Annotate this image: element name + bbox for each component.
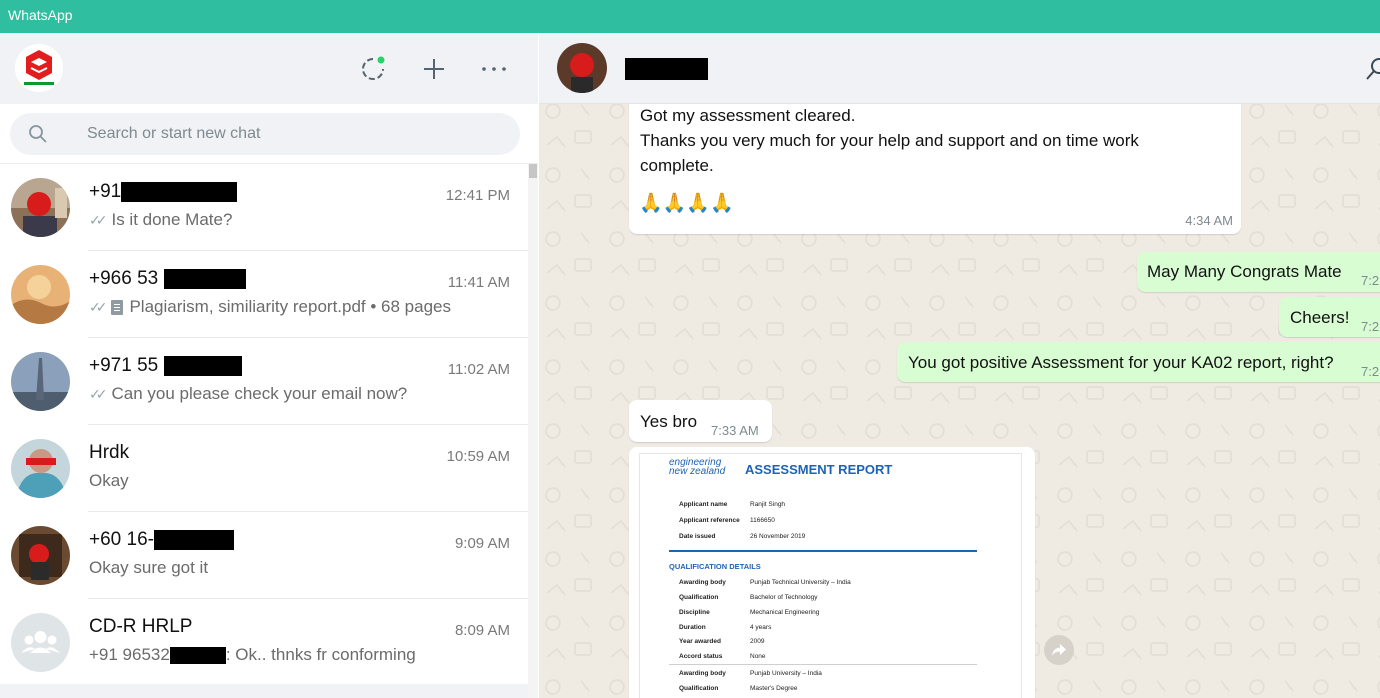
report-divider [669, 550, 977, 552]
chat-preview: Okay [89, 471, 129, 490]
pray-emoji: 🙏🙏🙏🙏 [639, 193, 734, 214]
chat-name: +60 16- [89, 529, 234, 551]
outgoing-message[interactable]: Cheers! 7:2 [1279, 297, 1380, 337]
profile-logo[interactable] [15, 44, 63, 92]
redaction [153, 529, 234, 550]
menu-icon[interactable] [480, 55, 508, 83]
chat-item[interactable]: +91 12:41 PM ✓✓ Is it done Mate? [0, 164, 528, 251]
chat-name: +971 55 [89, 355, 242, 377]
message-text: Got my assessment cleared. Thanks you ve… [640, 106, 1139, 175]
report-separator [669, 664, 977, 665]
chat-info: +966 53 11:41 AM ✓✓ Plagiarism, similiari… [88, 251, 528, 338]
status-icon[interactable] [359, 55, 387, 83]
contact-name-redacted[interactable] [625, 58, 708, 80]
chat-time: 11:41 AM [447, 274, 510, 291]
redaction [163, 355, 242, 376]
chat-time: 10:59 AM [446, 448, 510, 465]
report-org-logo: engineering new zealand [669, 457, 726, 477]
new-chat-icon[interactable] [420, 55, 448, 83]
incoming-message[interactable]: Yes bro 7:33 AM [629, 400, 772, 442]
conversation-pane: Got my assessment cleared. Thanks you ve… [539, 33, 1380, 698]
forward-button[interactable] [1044, 635, 1074, 665]
document-image-message[interactable]: engineering new zealand ASSESSMENT REPOR… [629, 447, 1035, 698]
read-ticks-icon: ✓✓ [89, 298, 108, 315]
group-avatar [11, 613, 70, 672]
chat-time: 11:02 AM [447, 361, 510, 378]
chat-item[interactable]: CD-R HRLP 8:09 AM +91 96532: Ok.. thnks … [0, 599, 528, 686]
chat-name: +91 [89, 181, 238, 203]
search-icon[interactable] [28, 124, 48, 144]
chat-preview: +91 96532: Ok.. thnks fr conforming [89, 645, 416, 664]
message-time: 7:2 [1361, 319, 1380, 334]
chat-list-scrollbar[interactable] [528, 164, 538, 698]
chat-time: 9:09 AM [454, 535, 510, 552]
outgoing-message[interactable]: You got positive Assessment for your KA0… [897, 342, 1380, 382]
chat-info: Hrdk 10:59 AM Okay [88, 425, 528, 512]
search-bar [0, 104, 538, 164]
chat-preview: Okay sure got it [89, 558, 209, 577]
report-title: ASSESSMENT REPORT [745, 462, 893, 477]
incoming-message[interactable]: Got my assessment cleared. Thanks you ve… [629, 93, 1241, 234]
search-icon[interactable] [1365, 57, 1380, 83]
chat-item[interactable]: +60 16- 9:09 AM Okay sure got it [0, 512, 528, 599]
message-time: 7:2 [1361, 364, 1380, 379]
message-text: Yes bro [640, 412, 698, 431]
chat-time: 8:09 AM [454, 622, 510, 639]
chat-info: +60 16- 9:09 AM Okay sure got it [88, 512, 528, 599]
app-title: WhatsApp [8, 7, 73, 23]
assessment-report-preview: engineering new zealand ASSESSMENT REPOR… [639, 453, 1022, 698]
chat-info: +91 12:41 PM ✓✓ Is it done Mate? [88, 164, 528, 251]
outgoing-message[interactable]: May Many Congrats Mate 7:2 [1137, 252, 1380, 292]
group-icon [11, 613, 70, 672]
chat-name: CD-R HRLP [89, 616, 193, 637]
chat-name: Hrdk [89, 442, 130, 463]
read-ticks-icon: ✓✓ [89, 211, 108, 228]
read-ticks-icon: ✓✓ [89, 385, 108, 402]
message-text: You got positive Assessment for your KA0… [908, 353, 1334, 372]
search-box [10, 113, 520, 155]
redaction [163, 268, 246, 289]
message-time: 7:2 [1361, 273, 1380, 288]
avatar [11, 439, 70, 498]
chat-name: +966 53 [89, 268, 246, 290]
chat-list-pane: +91 12:41 PM ✓✓Is it done Mate? +966 53 … [0, 33, 538, 698]
forward-icon [1052, 644, 1066, 656]
chat-time: 12:41 PM [445, 187, 510, 204]
avatar [11, 352, 70, 411]
redaction [169, 646, 226, 664]
message-text: May Many Congrats Mate [1147, 262, 1342, 281]
report-section-title: QUALIFICATION DETAILS [669, 562, 761, 571]
chat-item[interactable]: +966 53 11:41 AM ✓✓ Plagiarism, similiari… [0, 251, 528, 338]
list-bottom-strip [0, 684, 528, 698]
contact-avatar[interactable] [557, 43, 607, 93]
search-input[interactable] [87, 113, 507, 155]
scrollbar-thumb[interactable] [529, 164, 537, 178]
chat-preview: ✓✓ Is it done Mate? [89, 210, 233, 229]
conversation-header [539, 33, 1380, 104]
avatar [11, 178, 70, 237]
chat-preview: ✓✓ Plagiarism, similiarity report.pdf • 6… [89, 297, 451, 316]
message-text: Cheers! [1290, 308, 1350, 327]
chat-item[interactable]: Hrdk 10:59 AM Okay [0, 425, 528, 512]
logo-icon [15, 44, 63, 92]
avatar [11, 265, 70, 324]
message-time: 4:34 AM [1185, 213, 1233, 228]
chat-item[interactable]: +971 55 11:02 AM ✓✓ Can you please check … [0, 338, 528, 425]
message-time: 7:33 AM [711, 423, 759, 438]
chat-info: +971 55 11:02 AM ✓✓ Can you please check … [88, 338, 528, 425]
chat-preview: ✓✓ Can you please check your email now? [89, 384, 408, 403]
redaction [121, 181, 238, 202]
title-bar: WhatsApp [0, 0, 1380, 33]
chat-list: +91 12:41 PM ✓✓ Is it done Mate? +966 53 … [0, 164, 528, 698]
document-icon [111, 299, 124, 315]
chat-info: CD-R HRLP 8:09 AM +91 96532: Ok.. thnks … [88, 599, 528, 686]
avatar [11, 526, 70, 585]
left-header [0, 33, 538, 104]
